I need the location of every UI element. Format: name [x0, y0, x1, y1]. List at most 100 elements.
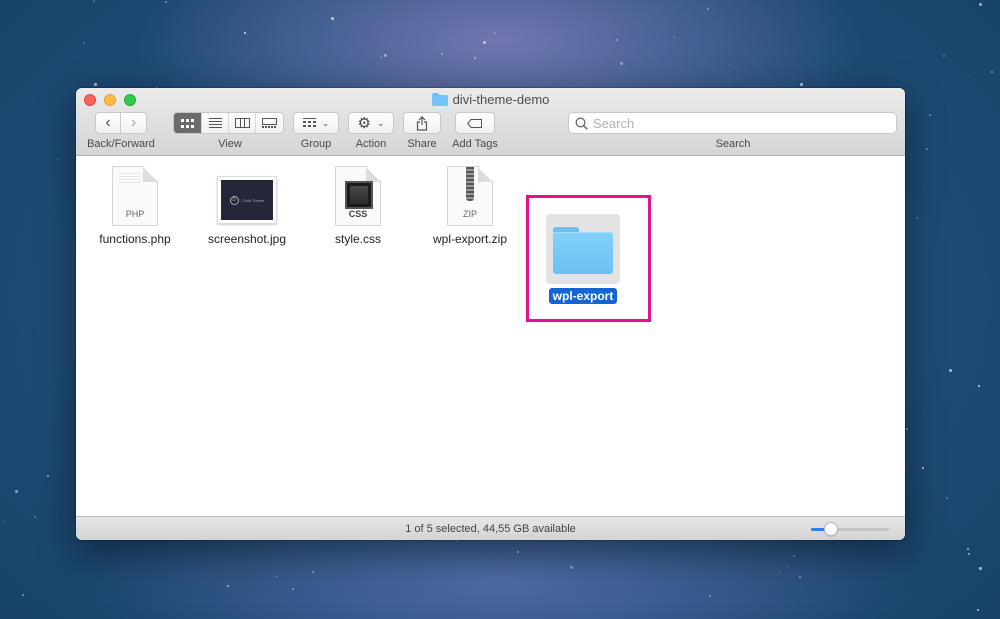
image-thumbnail-icon: D Child Theme: [217, 176, 277, 224]
star: [243, 31, 246, 34]
list-icon: [208, 118, 222, 128]
chevron-right-icon: ›: [130, 114, 137, 131]
star: [456, 539, 459, 542]
star: [2, 520, 4, 522]
star: [474, 57, 477, 60]
star: [482, 41, 486, 45]
star: [15, 490, 19, 493]
star: [967, 548, 970, 551]
star: [33, 515, 36, 518]
file-area: PHP functions.php D Child Theme screensh…: [76, 157, 905, 516]
star: [673, 37, 675, 39]
share-button[interactable]: [403, 112, 441, 134]
star: [977, 608, 980, 611]
zip-file-icon: ZIP: [447, 166, 493, 226]
star: [915, 216, 918, 219]
thumbnail-text: Child Theme: [241, 197, 265, 203]
file-item[interactable]: D Child Theme screenshot.jpg: [192, 166, 302, 246]
add-tags-group: Add Tags: [452, 112, 498, 150]
window-title-text: divi-theme-demo: [452, 92, 550, 107]
action-button[interactable]: ⚙ ⌄: [348, 112, 394, 134]
toolbar: divi-theme-demo ‹ › Back/Forward View ⌄ …: [76, 88, 905, 156]
chevron-down-icon: ⌄: [376, 117, 385, 128]
search-icon: [575, 117, 588, 130]
view-label: View: [218, 138, 242, 150]
star: [46, 474, 49, 477]
search-label: Search: [715, 138, 751, 150]
star: [384, 53, 388, 57]
action-group: ⚙ ⌄ Action: [348, 112, 394, 150]
star: [275, 575, 277, 577]
star: [311, 571, 314, 574]
star: [619, 61, 623, 65]
star: [615, 38, 618, 41]
star: [669, 1, 671, 3]
star: [787, 566, 789, 568]
share-icon: [416, 115, 428, 131]
group-button[interactable]: ⌄: [293, 112, 339, 134]
star: [798, 576, 801, 578]
star: [945, 496, 948, 499]
add-tags-label: Add Tags: [452, 138, 498, 150]
star: [82, 42, 85, 45]
chevron-down-icon: ⌄: [321, 117, 330, 128]
star: [968, 553, 971, 556]
list-view-button[interactable]: [202, 113, 229, 133]
star: [929, 114, 932, 117]
file-type-label: ZIP: [462, 209, 477, 219]
columns-icon: [234, 118, 250, 128]
gear-icon: ⚙: [357, 115, 371, 132]
star: [728, 63, 730, 65]
star: [969, 74, 971, 76]
view-group: View: [173, 112, 284, 150]
star: [56, 158, 58, 160]
star: [979, 3, 982, 7]
star: [907, 370, 909, 372]
share-group: Share: [403, 112, 441, 150]
icon-size-slider[interactable]: [811, 523, 889, 535]
folder-icon: [431, 93, 448, 106]
add-tags-button[interactable]: [455, 112, 495, 134]
chevron-left-icon: ‹: [105, 114, 111, 131]
star: [93, 82, 97, 86]
gallery-view-button[interactable]: [256, 113, 283, 133]
search-field[interactable]: [568, 112, 897, 134]
css-file-icon: CSS: [335, 166, 381, 226]
file-name: screenshot.jpg: [207, 232, 287, 246]
folder-item-selected[interactable]: wpl-export: [546, 214, 620, 305]
star: [441, 53, 444, 56]
star: [926, 147, 929, 150]
folder-name: wpl-export: [548, 288, 618, 304]
star: [516, 551, 519, 554]
column-view-button[interactable]: [229, 113, 256, 133]
group-label: Group: [300, 138, 332, 150]
action-label: Action: [355, 138, 387, 150]
file-name: wpl-export.zip: [432, 232, 508, 246]
icon-grid-icon: [181, 118, 194, 128]
file-item[interactable]: CSS style.css: [303, 166, 413, 246]
share-label: Share: [407, 138, 437, 150]
star: [707, 8, 710, 11]
back-forward-group: ‹ › Back/Forward: [87, 112, 155, 150]
star: [779, 572, 781, 574]
star: [948, 368, 952, 372]
gallery-icon: [262, 118, 277, 128]
file-item[interactable]: PHP functions.php: [80, 166, 190, 246]
file-item[interactable]: ZIP wpl-export.zip: [415, 166, 525, 246]
star: [21, 332, 22, 334]
star: [922, 466, 925, 469]
file-name: functions.php: [99, 232, 171, 246]
star: [330, 17, 334, 21]
back-button[interactable]: ‹: [95, 112, 121, 134]
star: [21, 593, 24, 596]
forward-button[interactable]: ›: [121, 112, 147, 134]
star: [93, 0, 96, 3]
star: [164, 0, 167, 3]
search-input[interactable]: [593, 115, 883, 131]
window-title: divi-theme-demo: [76, 92, 905, 107]
file-type-label: CSS: [348, 209, 368, 219]
icon-view-button[interactable]: [174, 113, 202, 133]
star: [985, 275, 987, 277]
slider-knob[interactable]: [824, 523, 837, 535]
star: [943, 55, 946, 58]
